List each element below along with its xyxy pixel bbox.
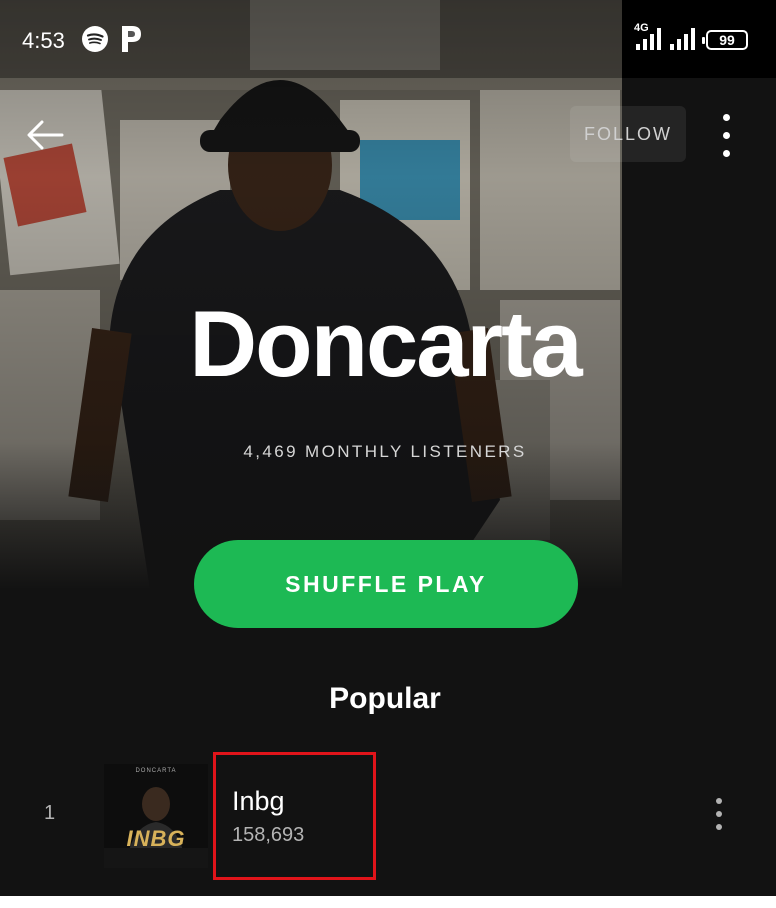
track-row[interactable]: 1 DONCARTA INBG Inbg 158,693	[0, 758, 776, 876]
dot	[716, 824, 722, 830]
vertical-dots-icon[interactable]	[712, 108, 742, 162]
shuffle-play-button[interactable]: SHUFFLE PLAY	[194, 540, 578, 628]
status-bar: 4:53 4G 99	[0, 0, 776, 78]
album-art-image	[104, 764, 208, 868]
signal-icon	[636, 28, 661, 50]
status-time: 4:53	[22, 28, 65, 53]
follow-button[interactable]: FOLLOW	[570, 106, 686, 162]
album-art-artist-text: DONCARTA	[135, 768, 177, 774]
track-rank: 1	[44, 802, 56, 824]
battery-level: 99	[719, 32, 735, 48]
dot	[723, 132, 730, 139]
track-album-art: DONCARTA INBG	[104, 764, 208, 868]
spotify-icon	[82, 26, 108, 52]
monthly-listeners: 4,469 MONTHLY LISTENERS	[243, 442, 527, 461]
artist-name: Doncarta	[189, 291, 582, 396]
dot	[716, 811, 722, 817]
popular-section-title: Popular	[329, 682, 441, 715]
artist-page: 4:53 4G 99 FOLLOW Doncarta 4,469 MONTHLY…	[0, 0, 776, 908]
arrow-left-icon[interactable]	[22, 112, 68, 158]
signal-icon-2	[670, 28, 695, 50]
dot	[716, 798, 722, 804]
track-more-icon[interactable]	[708, 794, 732, 834]
dot	[723, 150, 730, 157]
album-art-title-text: INBG	[126, 826, 186, 851]
bottom-edge	[0, 896, 776, 908]
battery-icon: 99	[702, 30, 748, 50]
p-icon	[122, 26, 141, 52]
dot	[723, 114, 730, 121]
annotation-highlight-box	[213, 752, 376, 880]
